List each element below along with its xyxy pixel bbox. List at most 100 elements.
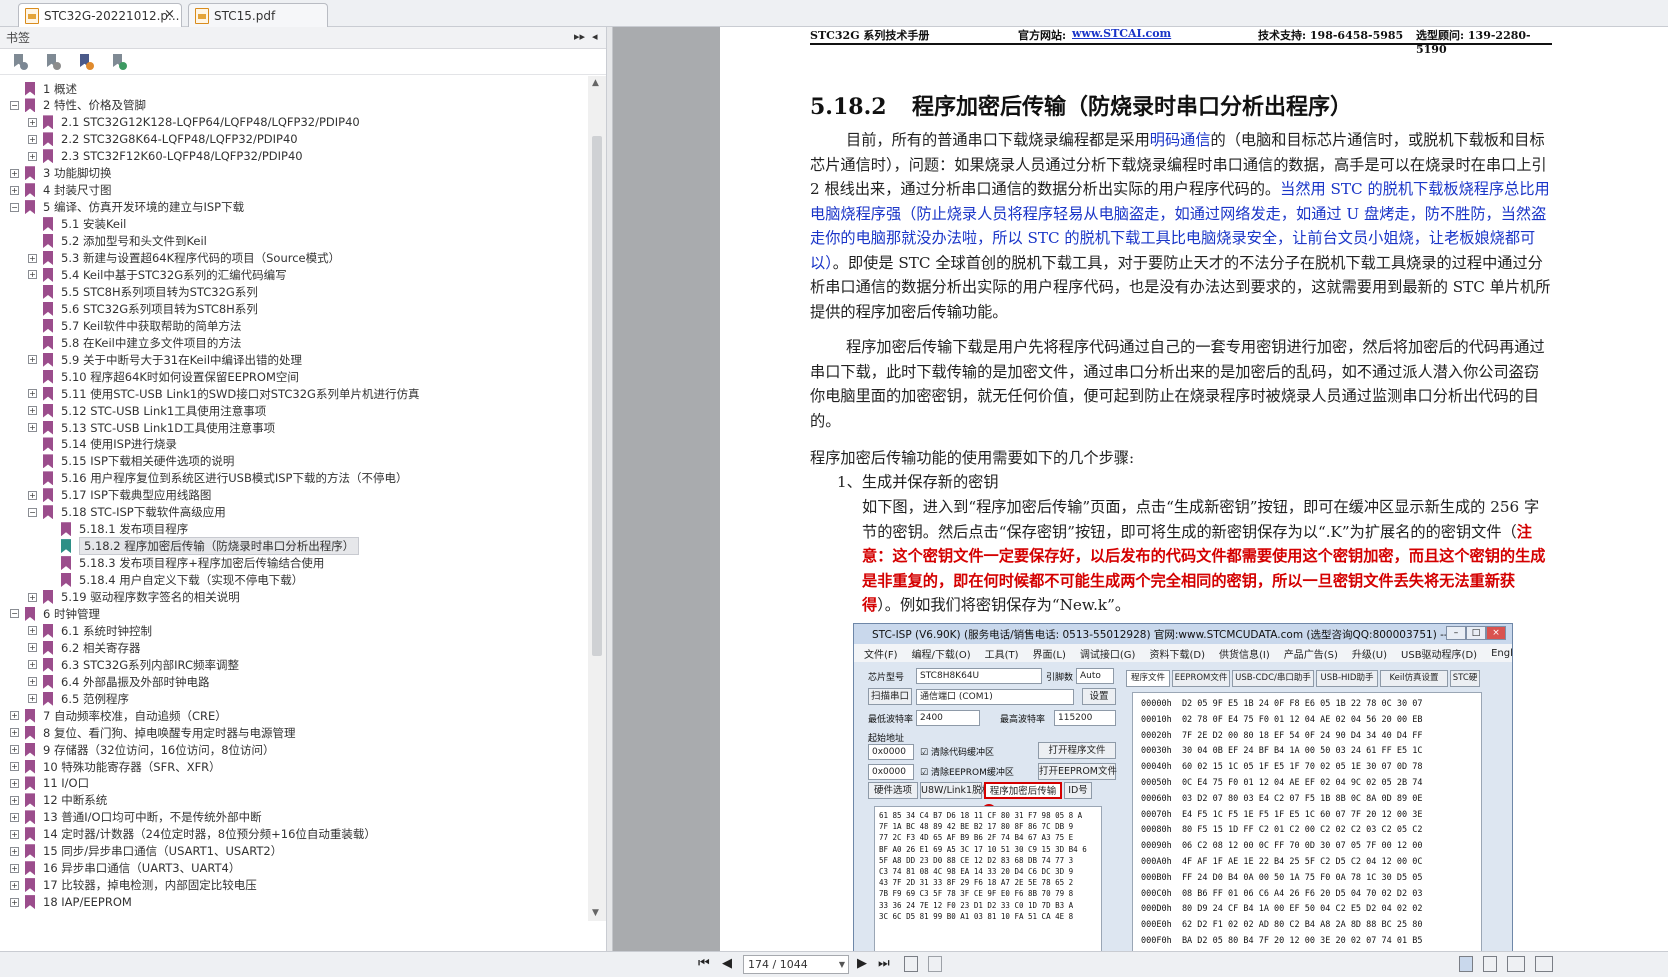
fit-page-icon[interactable] xyxy=(928,956,942,972)
two-page-continuous-icon[interactable] xyxy=(1535,956,1553,972)
expand-node-icon[interactable]: + xyxy=(28,253,37,263)
continuous-view-icon[interactable] xyxy=(1483,956,1497,972)
bookmark-item[interactable]: +5.4 Keil中基于STC32G系列的汇编代码编写 xyxy=(28,266,287,283)
bookmark-item[interactable]: +6.1 系统时钟控制 xyxy=(28,622,152,639)
bookmark-item[interactable]: +7 自动频率校准，自动追频（CRE） xyxy=(10,707,227,724)
collapse-node-icon[interactable]: − xyxy=(10,609,19,619)
bookmark-options-icon[interactable] xyxy=(12,54,28,70)
bookmark-item[interactable]: +15 同步/异步串口通信（USART1、USART2） xyxy=(10,843,282,860)
bookmark-item[interactable]: +6.2 相关寄存器 xyxy=(28,639,140,656)
expand-bookmark-icon[interactable] xyxy=(45,54,61,70)
bookmark-item[interactable]: +6.3 STC32G系列内部IRC频率调整 xyxy=(28,656,239,673)
bookmark-item[interactable]: +4 封装尺寸图 xyxy=(10,182,111,199)
bookmarks-scrollbar[interactable]: ▲ ▼ xyxy=(588,76,606,921)
expand-node-icon[interactable]: + xyxy=(10,185,19,195)
expand-node-icon[interactable]: + xyxy=(28,355,37,365)
expand-node-icon[interactable]: + xyxy=(28,134,37,144)
site-link[interactable]: www.STCAI.com xyxy=(1072,27,1171,40)
bookmark-item[interactable]: +5.11 使用STC-USB Link1的SWD接口对STC32G系列单片机进… xyxy=(28,385,419,402)
expand-node-icon[interactable]: + xyxy=(10,711,19,721)
expand-panel-icon[interactable]: ▸▸ xyxy=(574,30,585,43)
first-page-button[interactable]: ⏮ xyxy=(698,956,710,971)
expand-node-icon[interactable]: + xyxy=(28,389,37,399)
bookmark-item[interactable]: +13 普通I/O口均可中断，不是传统外部中断 xyxy=(10,809,262,826)
expand-node-icon[interactable]: + xyxy=(28,694,37,704)
bookmark-item[interactable]: 5.18.4 用户自定义下载（实现不停电下载） xyxy=(46,572,303,589)
chevron-down-icon[interactable]: ▼ xyxy=(839,956,845,973)
single-page-view-icon[interactable] xyxy=(1459,956,1473,972)
expand-node-icon[interactable]: + xyxy=(10,728,19,738)
bookmark-item[interactable]: 5.7 Keil软件中获取帮助的简单方法 xyxy=(28,317,241,334)
expand-node-icon[interactable]: + xyxy=(28,406,37,416)
expand-node-icon[interactable]: + xyxy=(28,626,37,636)
expand-node-icon[interactable]: + xyxy=(10,846,19,856)
bookmark-item[interactable]: +10 特殊功能寄存器（SFR、XFR） xyxy=(10,758,221,775)
expand-node-icon[interactable]: + xyxy=(10,812,19,822)
bookmark-item[interactable]: 5.16 用户程序复位到系统区进行USB模式ISP下载的方法（不停电） xyxy=(28,470,408,487)
bookmark-item[interactable]: − 5 编译、仿真开发环境的建立与ISP下载 xyxy=(10,199,244,216)
expand-node-icon[interactable]: + xyxy=(28,643,37,653)
bookmark-item[interactable]: 5.18.3 发布项目程序+程序加密后传输结合使用 xyxy=(46,555,324,572)
panel-splitter[interactable] xyxy=(607,27,613,951)
expand-node-icon[interactable]: + xyxy=(10,745,19,755)
expand-node-icon[interactable]: + xyxy=(10,829,19,839)
bookmark-item[interactable]: +5.9 关于中断号大于31在Keil中编译出错的处理 xyxy=(28,351,302,368)
bookmark-item[interactable]: 5.2 添加型号和头文件到Keil xyxy=(28,233,207,250)
bookmark-item[interactable]: +5.3 新建与设置超64K程序代码的项目（Source模式） xyxy=(28,250,340,267)
bookmark-item[interactable]: 5.18.2 程序加密后传输（防烧录时串口分析出程序） xyxy=(46,537,360,556)
expand-node-icon[interactable]: + xyxy=(10,897,19,907)
tab-stc32g[interactable]: STC32G-20221012.p... × xyxy=(18,3,182,27)
bookmark-item[interactable]: 5.15 ISP下载相关硬件选项的说明 xyxy=(28,453,234,470)
expand-node-icon[interactable]: + xyxy=(10,168,19,178)
bookmark-item[interactable]: 5.18.1 发布项目程序 xyxy=(46,521,188,538)
last-page-button[interactable]: ⏭ xyxy=(878,956,890,971)
new-bookmark-icon[interactable] xyxy=(78,54,94,70)
bookmark-item[interactable]: +5.12 STC-USB Link1工具使用注意事项 xyxy=(28,402,266,419)
bookmark-item[interactable]: 5.6 STC32G系列项目转为STC8H系列 xyxy=(28,300,258,317)
bookmark-item[interactable]: − 5.18 STC-ISP下载软件高级应用 xyxy=(28,504,226,521)
tab-stc15[interactable]: STC15.pdf xyxy=(188,3,328,27)
bookmark-item[interactable]: 1 概述 xyxy=(10,80,77,97)
scroll-up-icon[interactable]: ▲ xyxy=(592,78,599,88)
rotate-page-icon[interactable] xyxy=(904,956,918,972)
bookmark-item[interactable]: +5.13 STC-USB Link1D工具使用注意事项 xyxy=(28,419,275,436)
bookmark-item[interactable]: 5.5 STC8H系列项目转为STC32G系列 xyxy=(28,283,258,300)
expand-node-icon[interactable]: + xyxy=(28,270,37,280)
expand-node-icon[interactable]: + xyxy=(28,592,37,602)
bookmark-item[interactable]: 5.8 在Keil中建立多文件项目的方法 xyxy=(28,334,241,351)
expand-node-icon[interactable]: + xyxy=(10,880,19,890)
bookmark-item[interactable]: − 6 时钟管理 xyxy=(10,605,100,622)
bookmark-item[interactable]: +5.17 ISP下载典型应用线路图 xyxy=(28,487,211,504)
page-number-input[interactable]: 174 / 1044 ▼ xyxy=(743,955,849,974)
bookmark-item[interactable]: +8 复位、看门狗、掉电唤醒专用定时器与电源管理 xyxy=(10,724,295,741)
bookmark-item[interactable]: +12 中断系统 xyxy=(10,792,107,809)
bookmark-item[interactable]: +2.2 STC32G8K64-LQFP48/LQFP32/PDIP40 xyxy=(28,131,298,148)
collapse-node-icon[interactable]: − xyxy=(10,100,19,110)
bookmark-item[interactable]: +6.5 范例程序 xyxy=(28,690,129,707)
two-page-view-icon[interactable] xyxy=(1507,956,1525,972)
bookmark-item[interactable]: +14 定时器/计数器（24位定时器，8位预分频+16位自动重装载） xyxy=(10,826,376,843)
next-page-button[interactable]: ▶ xyxy=(857,956,867,971)
expand-node-icon[interactable]: + xyxy=(28,490,37,500)
bookmark-item[interactable]: 5.10 程序超64K时如何设置保留EEPROM空间 xyxy=(28,368,299,385)
expand-node-icon[interactable]: + xyxy=(28,423,37,432)
bookmark-item[interactable]: +2.1 STC32G12K128-LQFP64/LQFP48/LQFP32/P… xyxy=(28,114,360,131)
expand-node-icon[interactable]: + xyxy=(10,795,19,805)
bookmark-item[interactable]: +2.3 STC32F12K60-LQFP48/LQFP32/PDIP40 xyxy=(28,148,303,165)
expand-node-icon[interactable]: + xyxy=(28,677,37,687)
expand-node-icon[interactable]: + xyxy=(10,778,19,788)
bookmark-item[interactable]: +3 功能脚切换 xyxy=(10,165,111,182)
expand-node-icon[interactable]: + xyxy=(10,762,19,771)
collapse-node-icon[interactable]: − xyxy=(28,507,37,517)
close-tab-icon[interactable]: × xyxy=(164,7,175,22)
bookmark-item[interactable]: +18 IAP/EEPROM xyxy=(10,894,132,911)
expand-node-icon[interactable]: + xyxy=(28,660,37,670)
expand-node-icon[interactable]: + xyxy=(10,863,19,873)
bookmark-item[interactable]: +5.19 驱动程序数字签名的相关说明 xyxy=(28,589,240,606)
scroll-down-icon[interactable]: ▼ xyxy=(592,908,599,918)
collapse-panel-icon[interactable]: ◂ xyxy=(592,30,598,43)
bookmark-item[interactable]: +16 异步串口通信（UART3、UART4） xyxy=(10,860,240,877)
bookmark-item[interactable]: − 2 特性、价格及管脚 xyxy=(10,97,146,114)
previous-page-button[interactable]: ◀ xyxy=(722,956,732,971)
bookmark-item[interactable]: +17 比较器，掉电检测，内部固定比较电压 xyxy=(10,877,257,894)
